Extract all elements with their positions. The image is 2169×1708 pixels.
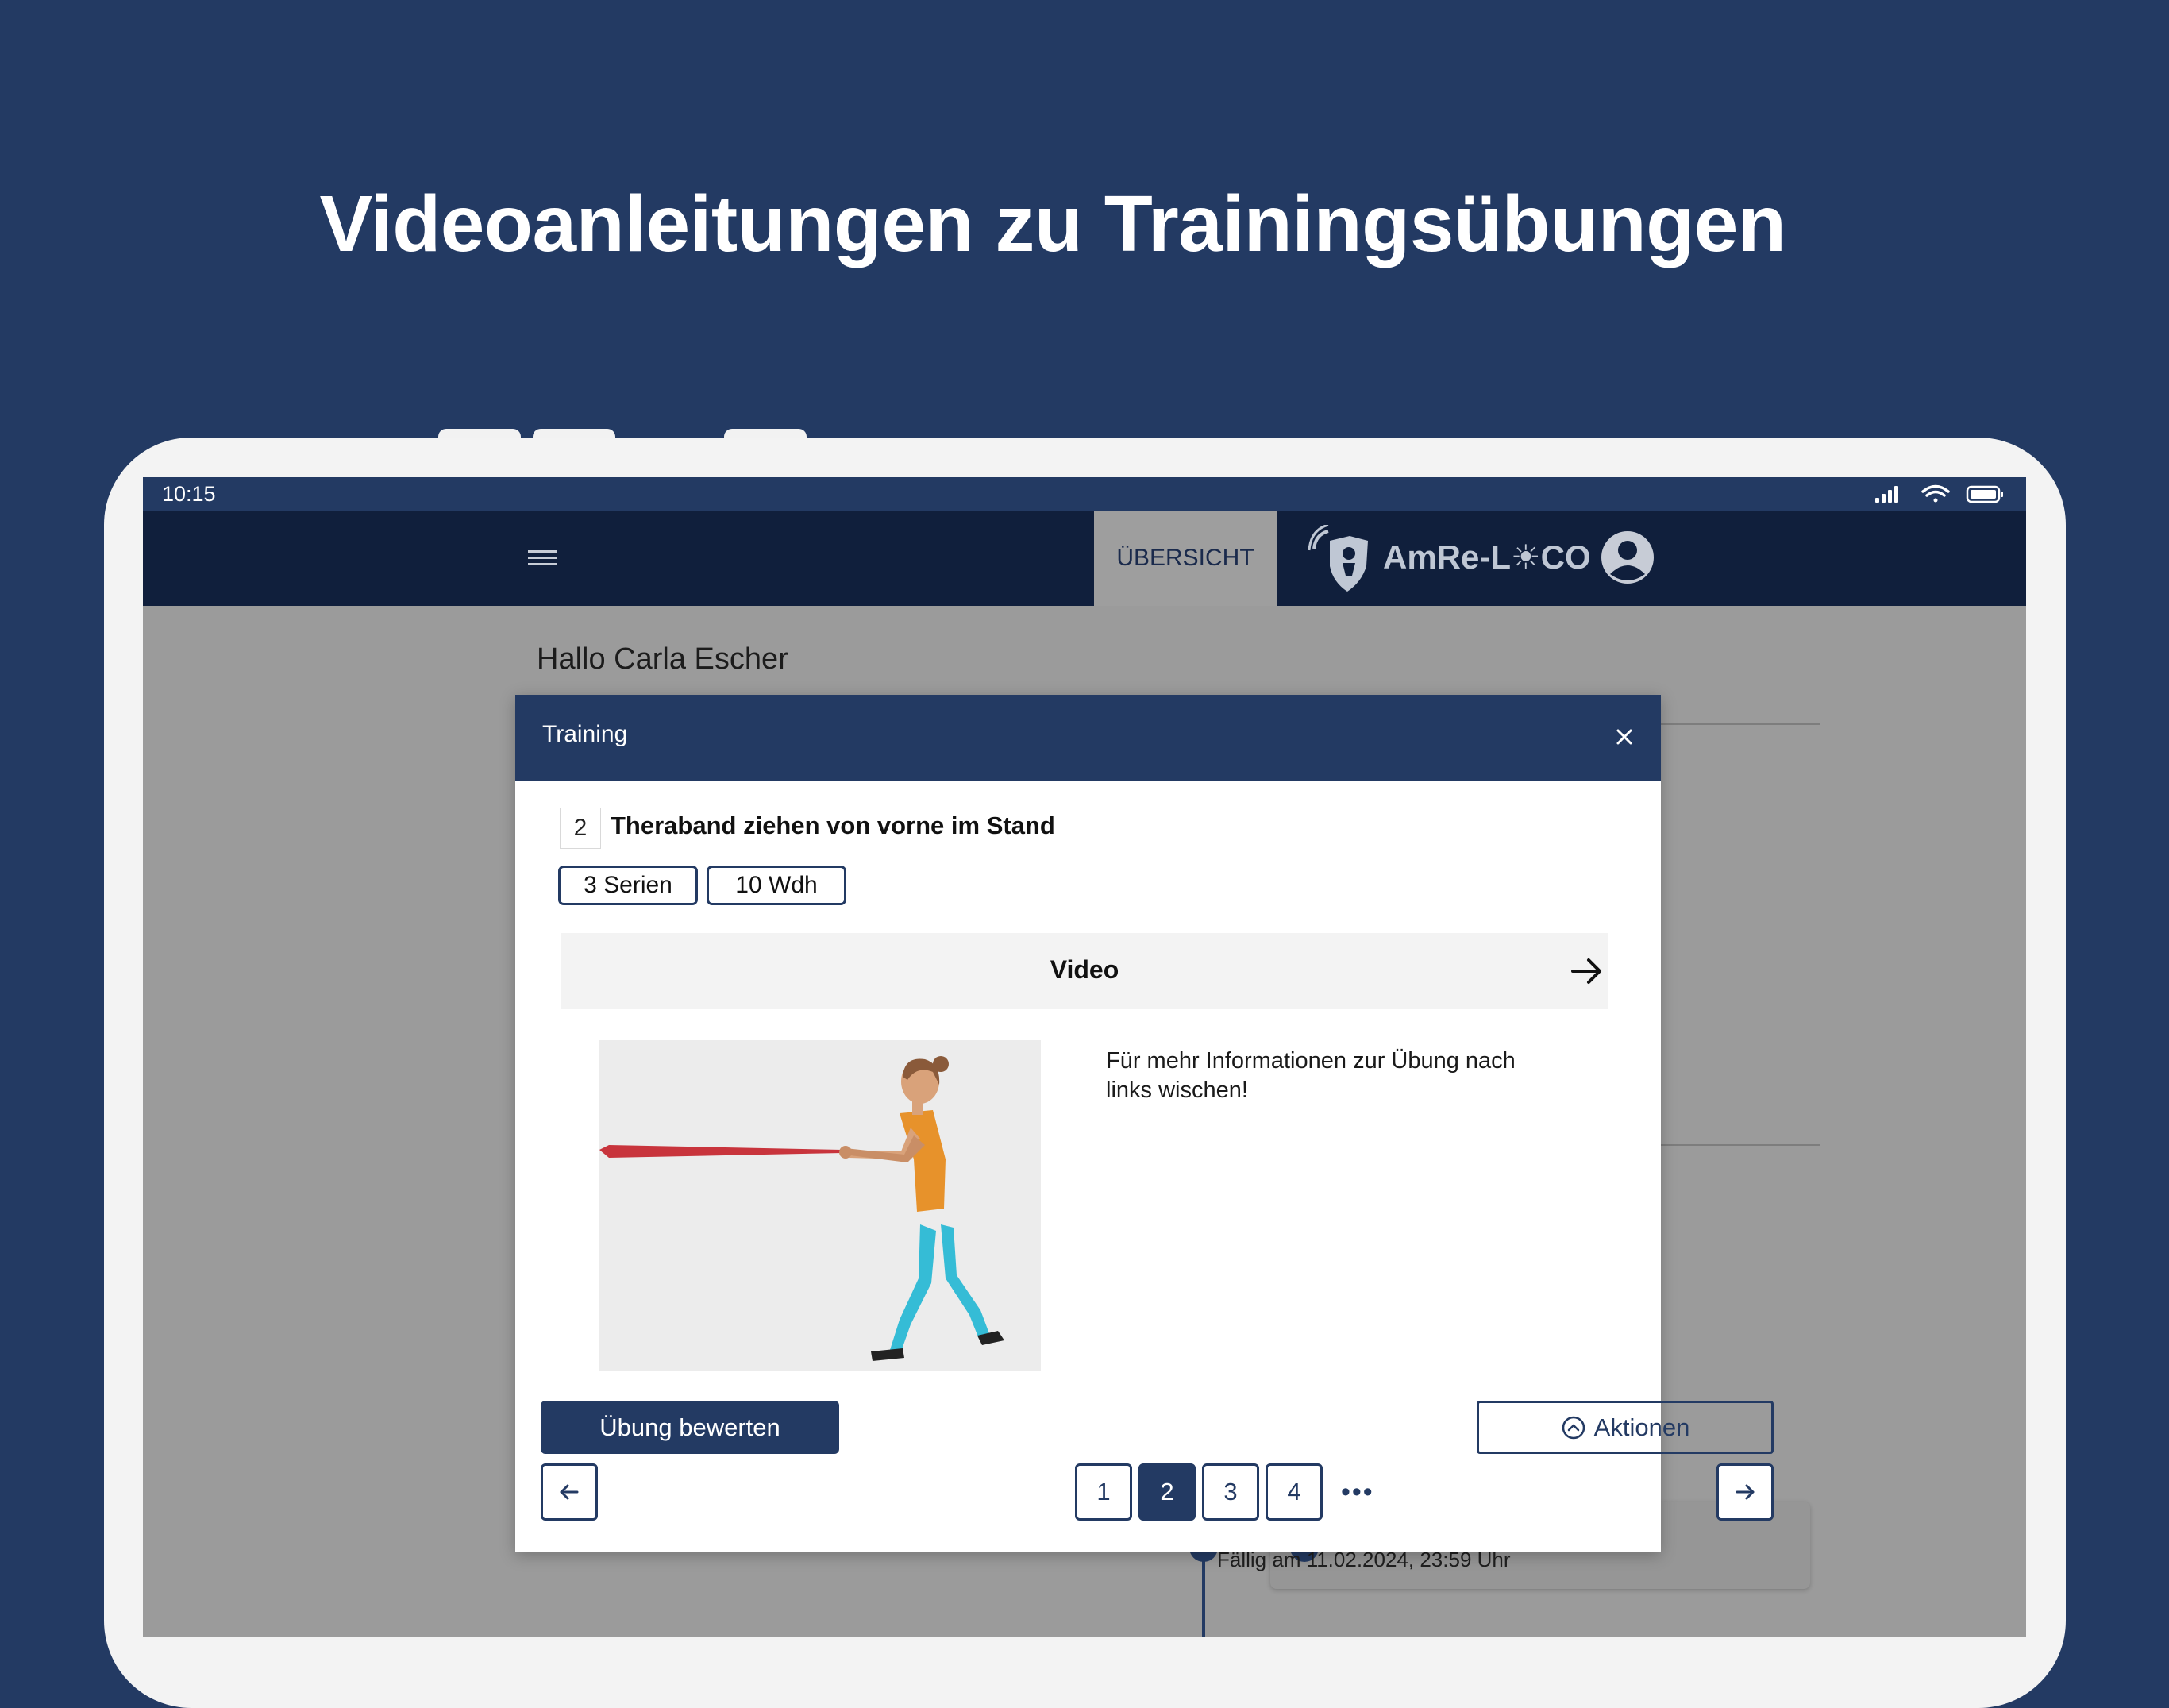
battery-icon — [1966, 485, 2003, 503]
actions-label: Aktionen — [1593, 1413, 1690, 1441]
arrow-right-icon — [1736, 1484, 1755, 1500]
video-label: Video — [1050, 955, 1119, 984]
training-dialog: Training 2 Theraband ziehen von vorne im… — [515, 695, 1774, 1552]
wifi-icon — [1921, 484, 1950, 503]
page-button[interactable]: 3 — [1202, 1463, 1259, 1521]
chevron-up-circle-icon — [1562, 1416, 1585, 1439]
close-icon[interactable] — [1611, 723, 1638, 750]
app-bar: ÜBERSICHT AmRe-L☀CO — [143, 511, 2026, 606]
actions-button[interactable]: Aktionen — [1477, 1401, 1774, 1454]
exercise-number: 2 — [560, 808, 601, 849]
dialog-title: Training — [542, 721, 628, 747]
reps-chip: 10 Wdh — [707, 866, 846, 905]
next-exercise-button[interactable] — [1716, 1463, 1774, 1521]
rate-exercise-button[interactable]: Übung bewerten — [541, 1401, 839, 1454]
menu-icon[interactable] — [526, 546, 558, 571]
tablet-screen: 10:15 ÜBERSICHT AmRe-L☀CO Hallo Carla Es… — [143, 477, 2026, 1637]
arrow-right-icon — [1571, 958, 1601, 984]
previous-exercise-button[interactable] — [541, 1463, 598, 1521]
status-bar: 10:15 — [143, 477, 2026, 511]
status-icons — [1875, 484, 2003, 503]
headline: Videoanleitungen zu Trainingsübungen — [319, 179, 1786, 268]
exercise-illustration — [599, 1040, 1041, 1371]
series-chip: 3 Serien — [558, 866, 698, 905]
background-divider — [1653, 723, 1820, 725]
more-pages-ellipsis[interactable]: ••• — [1341, 1477, 1374, 1508]
theraband — [599, 1145, 842, 1158]
account-avatar-icon[interactable] — [1600, 530, 1655, 585]
logo-icon — [1308, 525, 1368, 592]
swipe-hint: Für mehr Informationen zur Übung nach li… — [1106, 1048, 1516, 1103]
greeting: Hallo Carla Escher — [537, 642, 788, 676]
exercise-title: Theraband ziehen von vorne im Stand — [611, 812, 1055, 839]
dialog-header: Training — [515, 695, 1661, 781]
page-button[interactable]: 1 — [1075, 1463, 1132, 1521]
page-button-active[interactable]: 2 — [1138, 1463, 1196, 1521]
arrow-left-icon — [560, 1484, 579, 1500]
video-link[interactable]: Video — [561, 933, 1608, 1009]
page-button[interactable]: 4 — [1266, 1463, 1323, 1521]
background-divider — [1653, 1144, 1820, 1146]
logo-text: AmRe-L☀CO — [1383, 538, 1591, 576]
signal-icon — [1875, 486, 1898, 503]
exercise-figure — [599, 1056, 1004, 1361]
status-time: 10:15 — [162, 482, 216, 506]
tab-uebersicht[interactable]: ÜBERSICHT — [1094, 511, 1277, 606]
